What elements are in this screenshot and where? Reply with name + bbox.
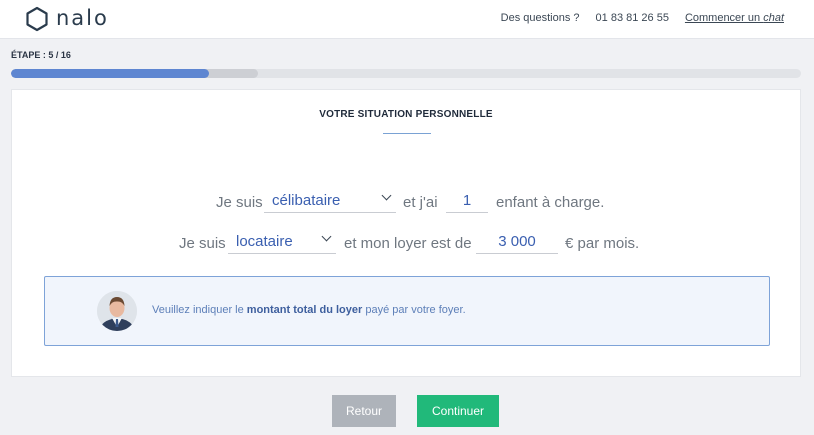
progress-fill [11,69,209,78]
questions-label: Des questions ? [500,12,580,24]
chevron-down-icon [381,190,392,201]
children-count-input[interactable]: 1 [446,189,488,213]
line2-prefix: Je suis [179,235,226,252]
tip-text-before: Veuillez indiquer le [152,304,247,316]
tip-message: Veuillez indiquer le montant total du lo… [152,304,466,316]
children-count-value: 1 [462,192,472,209]
title-underline [383,133,431,134]
start-chat-link[interactable]: Commencer un chat [685,12,784,24]
line2-middle: et mon loyer est de [344,235,472,252]
housing-status-value: locataire [236,233,293,250]
top-bar: nalo Des questions ? 01 83 81 26 55 Comm… [0,0,814,39]
contact-links: Des questions ? 01 83 81 26 55 Commencer… [501,12,784,24]
progress-bar [11,69,801,78]
line1-prefix: Je suis [216,194,263,211]
chat-link-emphasis: chat [763,12,784,24]
chat-link-prefix: Commencer un [684,12,764,24]
phone-number[interactable]: 01 83 81 26 55 [596,12,669,24]
brand-name: nalo [56,6,109,30]
nalo-logo[interactable]: nalo [25,6,109,32]
hexagon-logo-icon [25,6,49,32]
tip-text-after: payé par votre foyer. [362,304,466,316]
situation-card: VOTRE SITUATION PERSONNELLE Je suis céli… [11,89,801,377]
line1-suffix: enfant à charge. [496,194,605,211]
back-button[interactable]: Retour [332,395,396,427]
advisor-tip-box: Veuillez indiquer le montant total du lo… [44,276,770,346]
housing-status-select[interactable]: locataire [228,230,336,254]
section-title: VOTRE SITUATION PERSONNELLE [319,109,493,120]
continue-button[interactable]: Continuer [417,395,499,427]
tip-text-strong: montant total du loyer [246,304,363,316]
advisor-avatar [97,291,137,331]
chevron-down-icon [321,231,332,242]
marital-status-value: célibataire [272,192,341,209]
rent-amount-input[interactable]: 3 000 [476,230,558,254]
step-indicator: ÉTAPE : 5 / 16 [11,50,71,60]
marital-status-select[interactable]: célibataire [264,189,396,213]
line2-suffix: € par mois. [565,235,640,252]
rent-amount-value: 3 000 [498,233,536,250]
line1-middle: et j'ai [403,194,438,211]
